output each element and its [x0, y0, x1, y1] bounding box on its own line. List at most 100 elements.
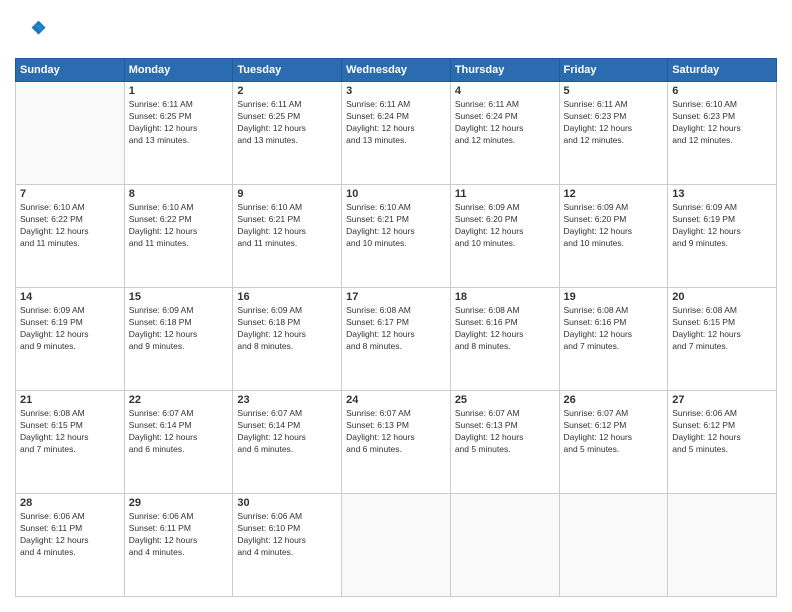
- day-info: Sunrise: 6:06 AM Sunset: 6:12 PM Dayligh…: [672, 408, 772, 456]
- calendar-cell: 12 Sunrise: 6:09 AM Sunset: 6:20 PM Dayli…: [559, 185, 668, 288]
- day-info: Sunrise: 6:10 AM Sunset: 6:23 PM Dayligh…: [672, 99, 772, 147]
- day-number: 24: [346, 394, 446, 406]
- calendar-cell: [342, 494, 451, 597]
- day-info: Sunrise: 6:11 AM Sunset: 6:24 PM Dayligh…: [455, 99, 555, 147]
- calendar-cell: 10Sunrise: 6:10 AM Sunset: 6:21 PM Dayli…: [342, 185, 451, 288]
- calendar-cell: 14Sunrise: 6:09 AM Sunset: 6:19 PM Dayli…: [16, 288, 125, 391]
- day-info: Sunrise: 6:07 AM Sunset: 6:13 PM Dayligh…: [346, 408, 446, 456]
- day-number: 8: [129, 188, 229, 200]
- day-info: Sunrise: 6:06 AM Sunset: 6:10 PM Dayligh…: [237, 511, 337, 559]
- calendar-cell: 25 Sunrise: 6:07 AM Sunset: 6:13 PM Dayli…: [450, 391, 559, 494]
- day-number: 21: [20, 394, 120, 406]
- calendar-cell: 4 Sunrise: 6:11 AM Sunset: 6:24 PM Daylig…: [450, 82, 559, 185]
- day-info: Sunrise: 6:09 AM Sunset: 6:20 PM Dayligh…: [455, 202, 555, 250]
- calendar-cell: [450, 494, 559, 597]
- day-number: 16: [237, 291, 337, 303]
- day-info: Sunrise: 6:06 AM Sunset: 6:11 PM Dayligh…: [20, 511, 120, 559]
- day-number: 29: [129, 497, 229, 509]
- week-row-4: 21Sunrise: 6:08 AM Sunset: 6:15 PM Dayli…: [16, 391, 777, 494]
- week-row-3: 14Sunrise: 6:09 AM Sunset: 6:19 PM Dayli…: [16, 288, 777, 391]
- calendar-cell: 20 Sunrise: 6:08 AM Sunset: 6:15 PM Dayli…: [668, 288, 777, 391]
- logo-icon: [19, 15, 47, 43]
- calendar-table: SundayMondayTuesdayWednesdayThursdayFrid…: [15, 58, 777, 597]
- day-info: Sunrise: 6:11 AM Sunset: 6:23 PM Dayligh…: [564, 99, 664, 147]
- day-number: 3: [346, 85, 446, 97]
- day-number: 22: [129, 394, 229, 406]
- calendar-cell: [559, 494, 668, 597]
- week-row-2: 7 Sunrise: 6:10 AM Sunset: 6:22 PM Daylig…: [16, 185, 777, 288]
- day-number: 26: [564, 394, 664, 406]
- calendar-cell: [668, 494, 777, 597]
- calendar-cell: 11 Sunrise: 6:09 AM Sunset: 6:20 PM Dayli…: [450, 185, 559, 288]
- calendar-cell: 16 Sunrise: 6:09 AM Sunset: 6:18 PM Dayli…: [233, 288, 342, 391]
- day-info: Sunrise: 6:07 AM Sunset: 6:13 PM Dayligh…: [455, 408, 555, 456]
- day-number: 27: [672, 394, 772, 406]
- logo: [15, 15, 47, 48]
- day-number: 17: [346, 291, 446, 303]
- calendar-cell: 28 Sunrise: 6:06 AM Sunset: 6:11 PM Dayli…: [16, 494, 125, 597]
- day-info: Sunrise: 6:10 AM Sunset: 6:22 PM Dayligh…: [20, 202, 120, 250]
- day-info: Sunrise: 6:09 AM Sunset: 6:18 PM Dayligh…: [237, 305, 337, 353]
- day-info: Sunrise: 6:07 AM Sunset: 6:12 PM Dayligh…: [564, 408, 664, 456]
- day-info: Sunrise: 6:11 AM Sunset: 6:25 PM Dayligh…: [129, 99, 229, 147]
- calendar-cell: 15 Sunrise: 6:09 AM Sunset: 6:18 PM Dayli…: [124, 288, 233, 391]
- day-number: 4: [455, 85, 555, 97]
- calendar-header-saturday: Saturday: [668, 59, 777, 82]
- calendar-cell: 22 Sunrise: 6:07 AM Sunset: 6:14 PM Dayli…: [124, 391, 233, 494]
- day-info: Sunrise: 6:09 AM Sunset: 6:19 PM Dayligh…: [20, 305, 120, 353]
- day-info: Sunrise: 6:10 AM Sunset: 6:21 PM Dayligh…: [237, 202, 337, 250]
- day-number: 19: [564, 291, 664, 303]
- calendar-cell: 24 Sunrise: 6:07 AM Sunset: 6:13 PM Dayli…: [342, 391, 451, 494]
- calendar-cell: 18Sunrise: 6:08 AM Sunset: 6:16 PM Dayli…: [450, 288, 559, 391]
- calendar-cell: 2 Sunrise: 6:11 AM Sunset: 6:25 PM Daylig…: [233, 82, 342, 185]
- day-number: 12: [564, 188, 664, 200]
- day-number: 20: [672, 291, 772, 303]
- day-info: Sunrise: 6:08 AM Sunset: 6:17 PM Dayligh…: [346, 305, 446, 353]
- day-number: 1: [129, 85, 229, 97]
- header: [15, 15, 777, 48]
- calendar-cell: 23 Sunrise: 6:07 AM Sunset: 6:14 PM Dayli…: [233, 391, 342, 494]
- calendar-header-thursday: Thursday: [450, 59, 559, 82]
- day-info: Sunrise: 6:10 AM Sunset: 6:22 PM Dayligh…: [129, 202, 229, 250]
- day-info: Sunrise: 6:07 AM Sunset: 6:14 PM Dayligh…: [129, 408, 229, 456]
- day-number: 6: [672, 85, 772, 97]
- day-info: Sunrise: 6:10 AM Sunset: 6:21 PM Dayligh…: [346, 202, 446, 250]
- calendar-header-tuesday: Tuesday: [233, 59, 342, 82]
- calendar-cell: 5Sunrise: 6:11 AM Sunset: 6:23 PM Daylig…: [559, 82, 668, 185]
- calendar-header-row: SundayMondayTuesdayWednesdayThursdayFrid…: [16, 59, 777, 82]
- day-info: Sunrise: 6:11 AM Sunset: 6:25 PM Dayligh…: [237, 99, 337, 147]
- day-info: Sunrise: 6:09 AM Sunset: 6:19 PM Dayligh…: [672, 202, 772, 250]
- day-number: 2: [237, 85, 337, 97]
- day-number: 13: [672, 188, 772, 200]
- day-info: Sunrise: 6:11 AM Sunset: 6:24 PM Dayligh…: [346, 99, 446, 147]
- week-row-5: 28 Sunrise: 6:06 AM Sunset: 6:11 PM Dayli…: [16, 494, 777, 597]
- day-info: Sunrise: 6:09 AM Sunset: 6:20 PM Dayligh…: [564, 202, 664, 250]
- page: SundayMondayTuesdayWednesdayThursdayFrid…: [0, 0, 792, 612]
- calendar-cell: 7 Sunrise: 6:10 AM Sunset: 6:22 PM Daylig…: [16, 185, 125, 288]
- day-info: Sunrise: 6:08 AM Sunset: 6:15 PM Dayligh…: [672, 305, 772, 353]
- day-info: Sunrise: 6:06 AM Sunset: 6:11 PM Dayligh…: [129, 511, 229, 559]
- calendar-cell: 21Sunrise: 6:08 AM Sunset: 6:15 PM Dayli…: [16, 391, 125, 494]
- day-number: 11: [455, 188, 555, 200]
- day-info: Sunrise: 6:09 AM Sunset: 6:18 PM Dayligh…: [129, 305, 229, 353]
- day-number: 25: [455, 394, 555, 406]
- calendar-cell: [16, 82, 125, 185]
- calendar-cell: 27 Sunrise: 6:06 AM Sunset: 6:12 PM Dayli…: [668, 391, 777, 494]
- calendar-header-friday: Friday: [559, 59, 668, 82]
- calendar-cell: 3 Sunrise: 6:11 AM Sunset: 6:24 PM Daylig…: [342, 82, 451, 185]
- calendar-cell: 13 Sunrise: 6:09 AM Sunset: 6:19 PM Dayli…: [668, 185, 777, 288]
- day-number: 23: [237, 394, 337, 406]
- calendar-cell: 17 Sunrise: 6:08 AM Sunset: 6:17 PM Dayli…: [342, 288, 451, 391]
- day-number: 28: [20, 497, 120, 509]
- day-info: Sunrise: 6:07 AM Sunset: 6:14 PM Dayligh…: [237, 408, 337, 456]
- week-row-1: 1 Sunrise: 6:11 AM Sunset: 6:25 PM Daylig…: [16, 82, 777, 185]
- calendar-cell: 9 Sunrise: 6:10 AM Sunset: 6:21 PM Daylig…: [233, 185, 342, 288]
- calendar-header-sunday: Sunday: [16, 59, 125, 82]
- day-number: 9: [237, 188, 337, 200]
- calendar-header-wednesday: Wednesday: [342, 59, 451, 82]
- day-number: 30: [237, 497, 337, 509]
- calendar-cell: 1 Sunrise: 6:11 AM Sunset: 6:25 PM Daylig…: [124, 82, 233, 185]
- day-number: 15: [129, 291, 229, 303]
- calendar-cell: 30 Sunrise: 6:06 AM Sunset: 6:10 PM Dayli…: [233, 494, 342, 597]
- day-number: 7: [20, 188, 120, 200]
